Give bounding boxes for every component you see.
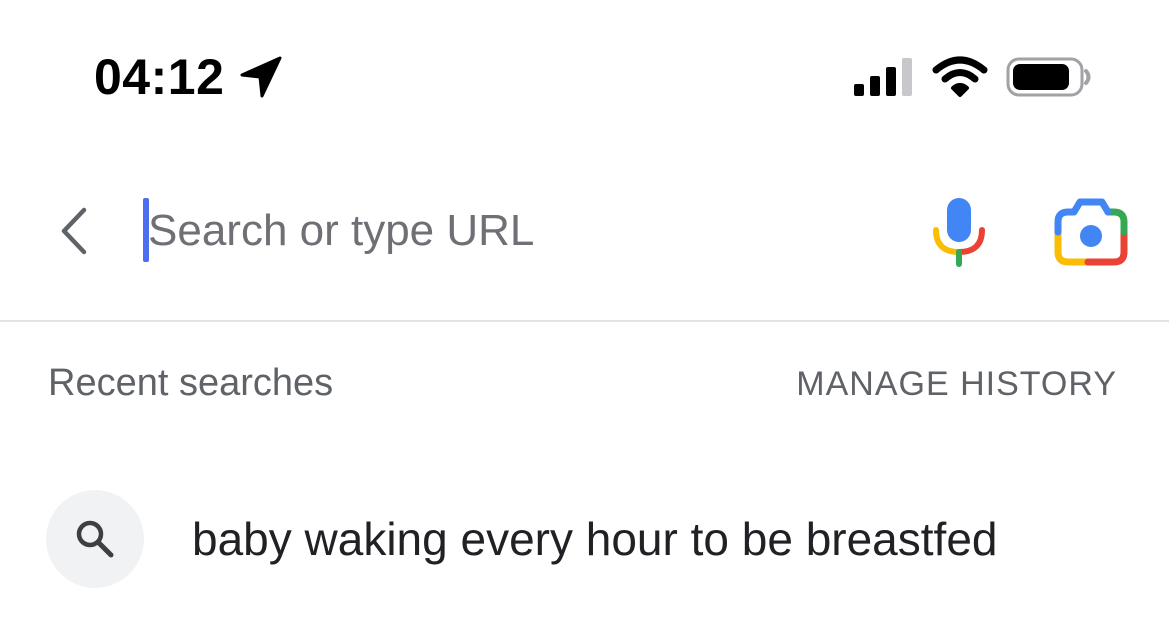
search-icon [76, 520, 114, 558]
screen: 04:12 Search or type URL Recent searches… [0, 0, 1169, 624]
search-input[interactable]: Search or type URL [140, 196, 900, 266]
search-placeholder: Search or type URL [148, 206, 535, 255]
recent-search-item[interactable]: baby waking every hour to be breastfed [0, 480, 1169, 600]
battery-icon [1006, 57, 1091, 97]
camera-lens-icon[interactable] [1052, 196, 1130, 266]
text-caret [143, 198, 149, 262]
microphone-icon[interactable] [928, 194, 990, 268]
recent-search-text: baby waking every hour to be breastfed [192, 513, 998, 565]
manage-history-button[interactable]: MANAGE HISTORY [796, 364, 1117, 404]
back-button[interactable] [46, 198, 102, 264]
divider [0, 320, 1169, 322]
wifi-icon [932, 56, 988, 97]
search-icon-badge [46, 490, 144, 588]
recent-searches-title: Recent searches [48, 362, 334, 404]
status-time: 04:12 [94, 49, 225, 105]
signal-icon [854, 58, 912, 96]
location-arrow-icon [240, 56, 282, 98]
